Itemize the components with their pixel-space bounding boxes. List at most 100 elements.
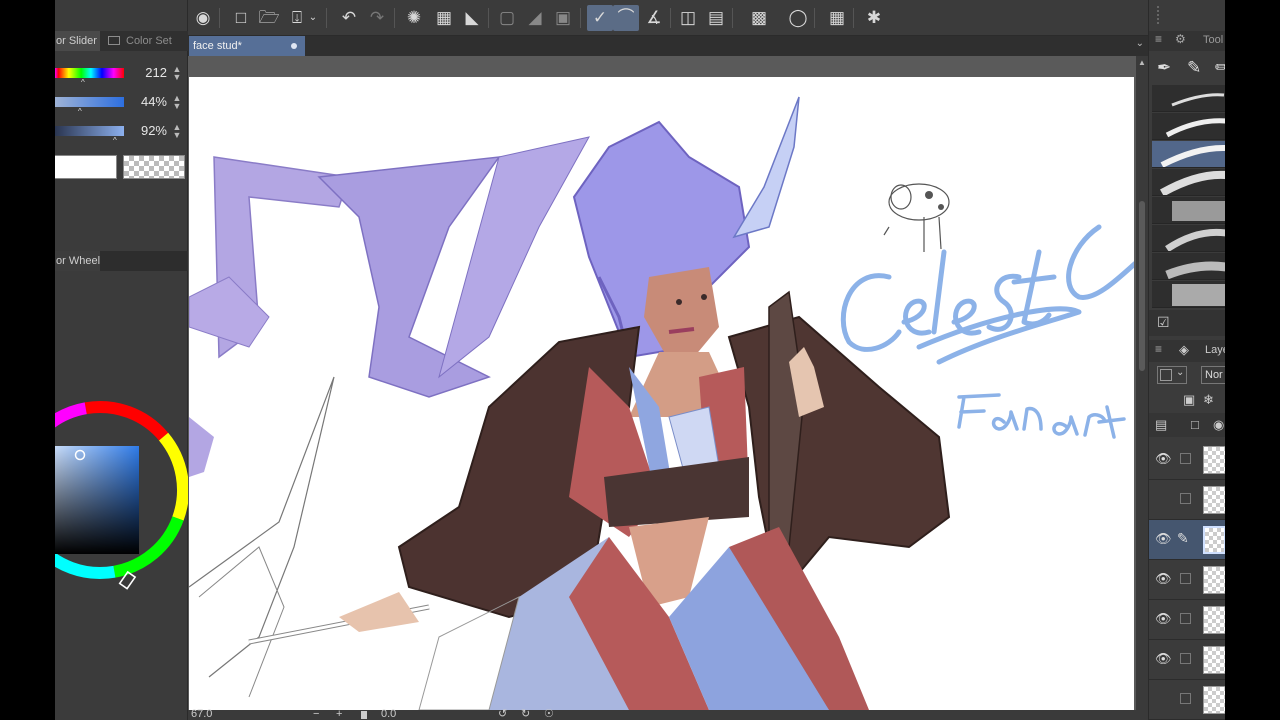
tab-color-slider[interactable]: or Slider <box>55 31 100 51</box>
eye-icon[interactable]: 👁 <box>1155 532 1172 546</box>
undo-icon[interactable]: ↶ <box>336 5 362 31</box>
brightness-spinner-icon[interactable]: ▲ ▼ <box>171 123 183 140</box>
zoom-out-button[interactable]: − <box>313 709 319 720</box>
canvas-area[interactable] <box>188 56 1136 710</box>
new-icon[interactable]: □ <box>228 5 254 31</box>
brush-icon[interactable]: ✏ <box>1215 58 1225 78</box>
hue-value[interactable]: 212 <box>127 64 167 82</box>
eye-icon[interactable]: 👁 <box>1155 572 1172 586</box>
tab-tool[interactable]: Tool <box>1203 34 1223 46</box>
pencil-icon[interactable]: ✎ <box>1187 58 1201 78</box>
reset-rotation-icon[interactable]: ☉ <box>544 709 554 720</box>
eye-icon[interactable]: 👁 <box>1155 652 1172 666</box>
zoom-value[interactable]: 67.0 <box>191 709 212 720</box>
layer-checkbox[interactable] <box>1180 693 1191 704</box>
clear-icon[interactable]: ▦ <box>431 5 457 31</box>
layer-color-dropdown[interactable]: ⌄ <box>1157 366 1187 384</box>
magic-icon[interactable]: ✱ <box>861 5 887 31</box>
select-all-icon[interactable]: ▣ <box>550 5 576 31</box>
tone-icon[interactable]: ▩ <box>746 5 772 31</box>
artwork[interactable] <box>189 77 1134 710</box>
tab-color-set[interactable]: Color Set <box>100 31 188 51</box>
layer-checkbox[interactable] <box>1180 613 1191 624</box>
brush-preset[interactable] <box>1152 253 1225 280</box>
deselect-icon[interactable]: ▢ <box>494 5 520 31</box>
brush-preset[interactable] <box>1152 281 1225 308</box>
scrollbar-thumb[interactable] <box>1139 201 1145 371</box>
layer-checkbox[interactable] <box>1180 653 1191 664</box>
layer-row[interactable] <box>1149 480 1225 520</box>
new-vector-layer-icon[interactable]: ◉ <box>1213 417 1224 433</box>
new-raster-layer-icon[interactable]: □ <box>1191 417 1199 432</box>
brush-preset[interactable] <box>1152 169 1225 196</box>
layer-row[interactable]: 👁 <box>1149 440 1225 480</box>
main-color-swatch[interactable] <box>55 155 117 179</box>
transform-icon[interactable]: ▦ <box>824 5 850 31</box>
brightness-value[interactable]: 92% <box>127 122 167 140</box>
layer-row[interactable]: 👁 <box>1149 600 1225 640</box>
rotate-right-icon[interactable]: ↻ <box>521 709 530 720</box>
layer-prop-icon[interactable]: ▤ <box>703 5 729 31</box>
eye-icon[interactable]: 👁 <box>1155 452 1172 466</box>
panel-grip-icon[interactable] <box>1157 6 1163 24</box>
clip-studio-icon[interactable]: ◉ <box>190 5 216 31</box>
snap-special-icon[interactable]: ⌒ <box>613 5 639 31</box>
color-wheel[interactable] <box>55 380 188 620</box>
layer-row[interactable]: 👁 <box>1149 560 1225 600</box>
tab-list-chevron-icon[interactable]: ⌄ <box>1136 38 1144 49</box>
rotate-left-icon[interactable]: ↺ <box>498 709 507 720</box>
separator <box>670 8 671 28</box>
clip-icon[interactable]: ❄ <box>1203 392 1214 408</box>
drawing-canvas[interactable] <box>189 77 1134 710</box>
brightness-slider-bar[interactable] <box>55 126 124 136</box>
brush-preset[interactable] <box>1152 225 1225 252</box>
saturation-spinner-icon[interactable]: ▲ ▼ <box>171 94 183 111</box>
snap-ruler-icon[interactable]: ✓ <box>587 5 613 31</box>
saturation-slider[interactable]: ^ 44% ▲ ▼ <box>55 93 188 116</box>
hue-slider[interactable]: ^ 212 ▲ ▼ <box>55 64 188 87</box>
tab-layer[interactable]: Laye <box>1205 344 1225 356</box>
zoom-in-button[interactable]: + <box>336 709 342 720</box>
blend-mode-select[interactable]: Nor <box>1201 366 1225 384</box>
vertical-scrollbar[interactable]: ▲ <box>1136 56 1148 710</box>
window-icon[interactable]: ◫ <box>675 5 701 31</box>
menu-icon[interactable]: ≡ <box>1155 342 1162 356</box>
checkbox-icon[interactable]: ☑ <box>1157 314 1170 331</box>
lasso-icon[interactable]: ◯ <box>785 5 811 31</box>
hue-slider-bar[interactable] <box>55 68 124 78</box>
lock-icon[interactable]: ▣ <box>1183 392 1195 408</box>
hue-spinner-icon[interactable]: ▲ ▼ <box>171 65 183 82</box>
saturation-slider-bar[interactable] <box>55 97 124 107</box>
brush-preset[interactable] <box>1152 197 1225 224</box>
transparent-color-swatch[interactable] <box>123 155 185 179</box>
saturation-value[interactable]: 44% <box>127 93 167 111</box>
unsaved-dot-icon[interactable] <box>291 43 297 49</box>
layer-checkbox[interactable] <box>1180 493 1191 504</box>
color-wheel-graphic[interactable] <box>55 380 188 620</box>
scroll-up-icon[interactable]: ▲ <box>1138 58 1146 67</box>
snap-grid-icon[interactable]: ∡ <box>641 5 667 31</box>
brush-preset[interactable] <box>1152 85 1225 112</box>
menu-arrow-icon[interactable]: ⌄ <box>306 5 320 31</box>
layer-row-selected[interactable]: 👁 ✎ <box>1149 520 1225 560</box>
eye-icon[interactable]: 👁 <box>1155 612 1172 626</box>
layer-checkbox[interactable] <box>1180 453 1191 464</box>
pen-icon[interactable]: ✒ <box>1157 58 1171 78</box>
layer-row[interactable]: 👁 <box>1149 640 1225 680</box>
rotation-value[interactable]: 0.0 <box>381 709 396 720</box>
layer-row[interactable] <box>1149 680 1225 720</box>
zoom-slider-handle[interactable] <box>361 711 367 719</box>
invert-icon[interactable]: ◢ <box>522 5 548 31</box>
redo-icon[interactable]: ↷ <box>364 5 390 31</box>
open-icon[interactable]: 🗁 <box>256 5 282 31</box>
menu-icon[interactable]: ≡ <box>1155 32 1162 46</box>
brush-preset[interactable] <box>1152 113 1225 140</box>
brightness-slider[interactable]: ^ 92% ▲ ▼ <box>55 122 188 145</box>
fill-icon[interactable]: ◣ <box>459 5 485 31</box>
layer-list-icon[interactable]: ▤ <box>1155 417 1167 433</box>
brush-preset-selected[interactable] <box>1152 141 1225 168</box>
document-tab[interactable]: face stud* <box>189 36 305 56</box>
tab-color-wheel[interactable]: or Wheel <box>55 251 100 271</box>
layer-checkbox[interactable] <box>1180 573 1191 584</box>
loading-icon[interactable]: ✺ <box>401 5 427 31</box>
